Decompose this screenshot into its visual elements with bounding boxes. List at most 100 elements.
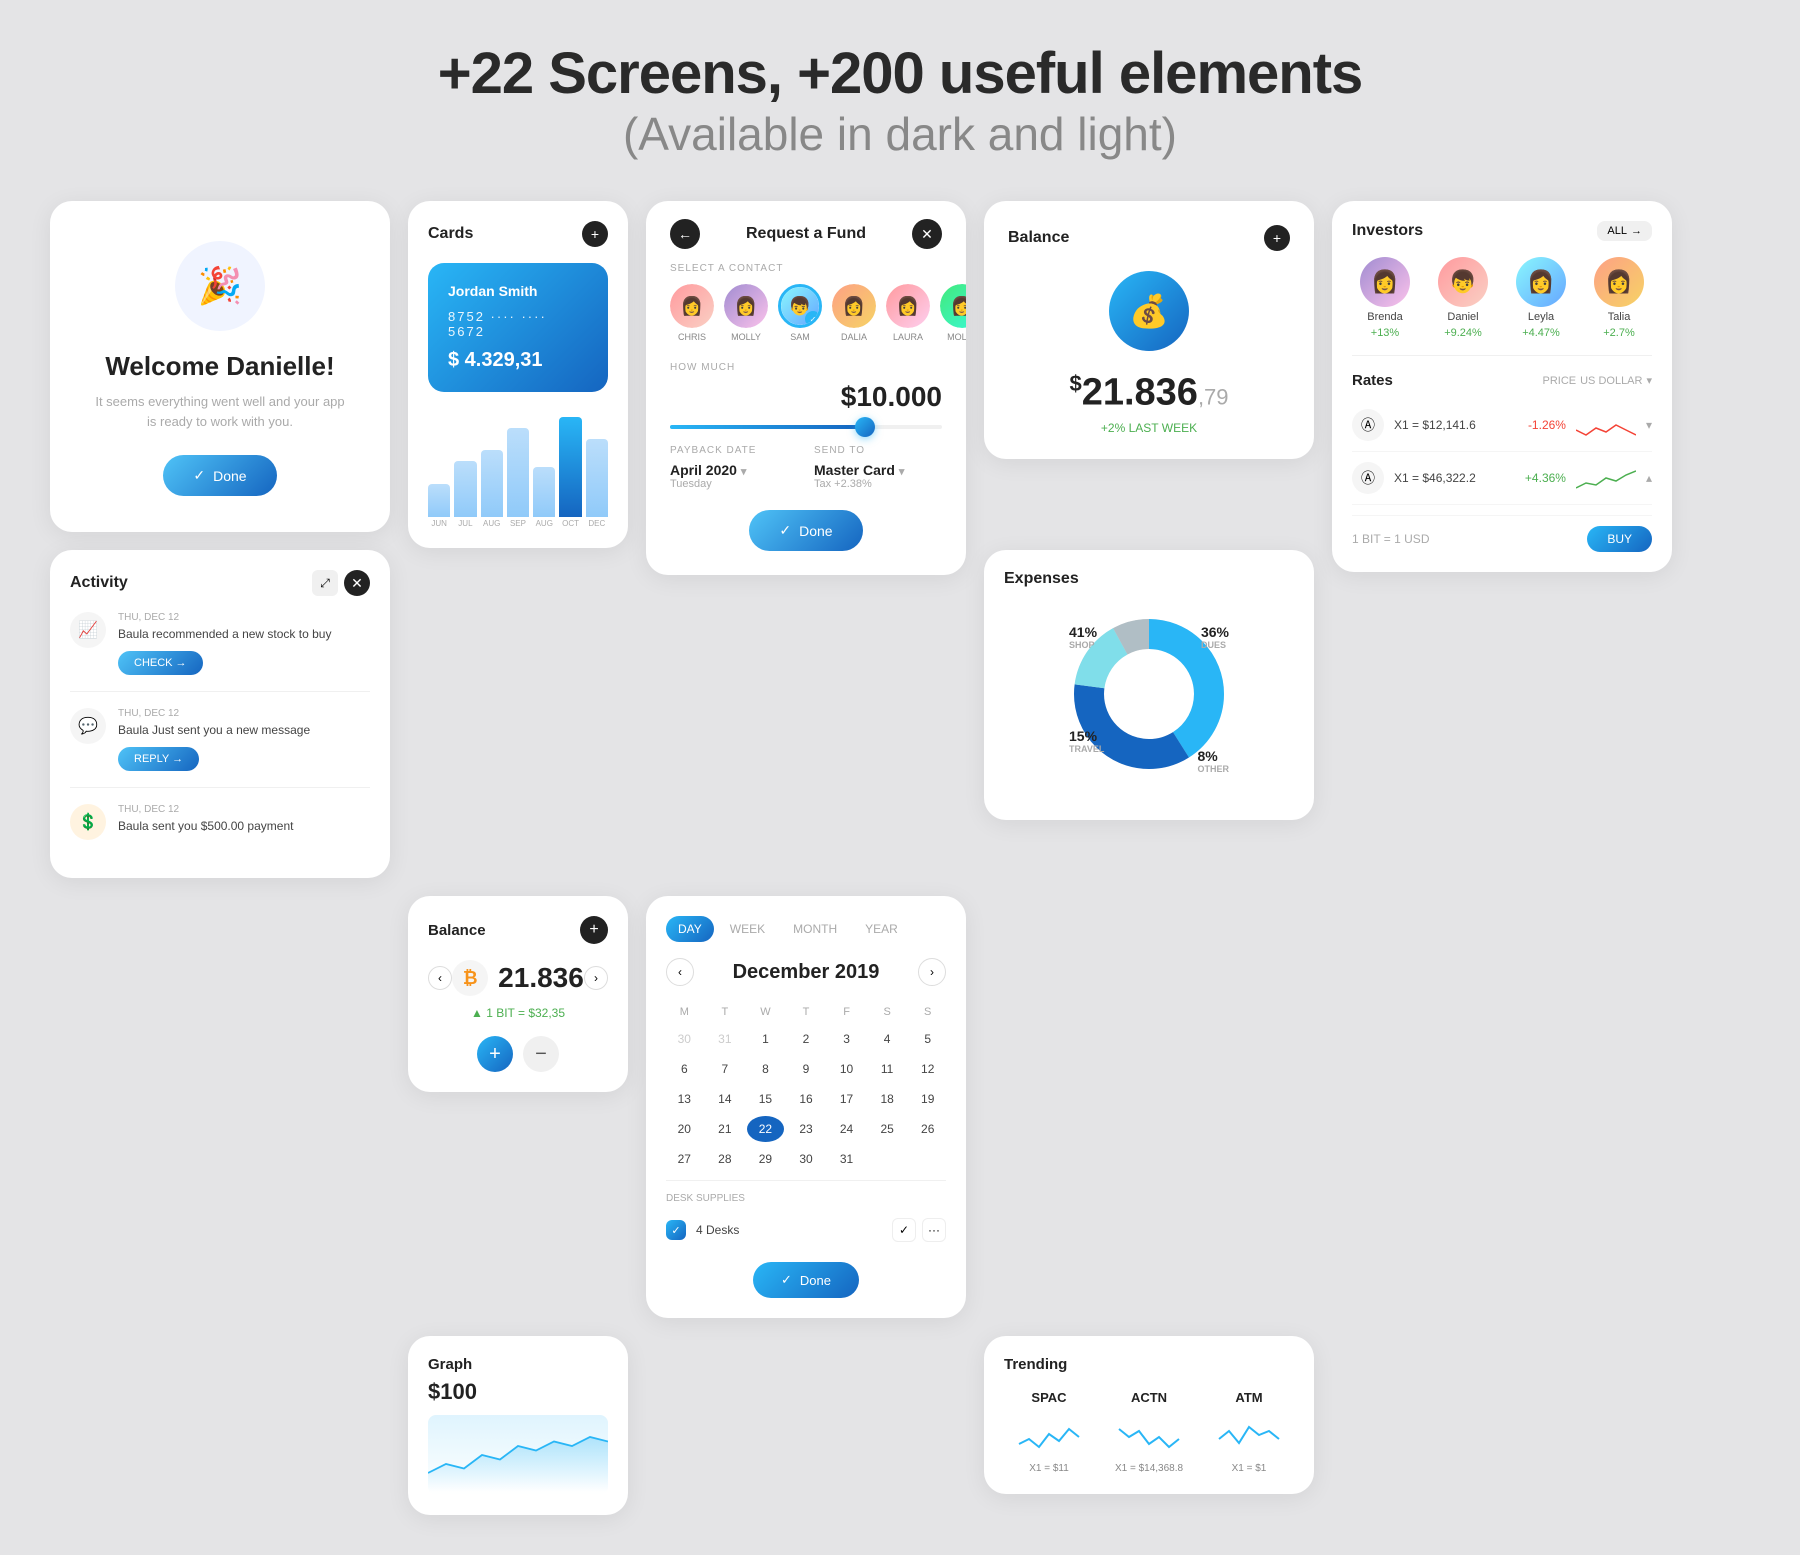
activity-reply-button[interactable]: REPLY → <box>118 747 199 771</box>
credit-card: Jordan Smith 8752 ···· ···· 5672 $ 4.329… <box>428 263 608 392</box>
cal-prev-button[interactable]: ‹ <box>666 958 694 986</box>
rate-info-2: X1 = $46,322.2 <box>1394 471 1515 485</box>
cal-tab-day[interactable]: DAY <box>666 916 714 942</box>
cal-day-24[interactable]: 24 <box>828 1116 865 1142</box>
request-close-button[interactable]: ✕ <box>912 219 942 249</box>
cal-day-18[interactable]: 18 <box>869 1086 906 1112</box>
send-to-label: SEND TO <box>814 445 942 456</box>
cal-day-30[interactable]: 30 <box>666 1026 703 1052</box>
contact-dalia[interactable]: 👩 DALIA <box>832 284 876 342</box>
rate-eq-2: X1 = $46,322.2 <box>1394 471 1515 485</box>
contact-molly[interactable]: 👩 MOLLY <box>724 284 768 342</box>
balance-bit-add-button[interactable]: + <box>580 916 608 944</box>
buy-button[interactable]: BUY <box>1587 526 1652 552</box>
balance-bit-next-button[interactable]: › <box>584 966 608 990</box>
cal-day-23[interactable]: 23 <box>788 1116 825 1142</box>
cal-day-31[interactable]: 31 <box>707 1026 744 1052</box>
cal-task-item: ✓ 4 Desks ✓ ··· <box>666 1210 946 1250</box>
cal-day-16[interactable]: 16 <box>788 1086 825 1112</box>
cal-day-1[interactable]: 1 <box>747 1026 784 1052</box>
cal-day-30b[interactable]: 30 <box>788 1146 825 1172</box>
bit-minus-button[interactable]: − <box>523 1036 559 1072</box>
activity-expand-button[interactable]: ⤢ <box>312 570 338 596</box>
cc-amount: $ 4.329,31 <box>448 349 588 372</box>
cal-day-6[interactable]: 6 <box>666 1056 703 1082</box>
cal-day-25[interactable]: 25 <box>869 1116 906 1142</box>
cards-add-button[interactable]: + <box>582 221 608 247</box>
rate-item-1: Ⓐ X1 = $12,141.6 -1.26% ▾ <box>1352 399 1652 452</box>
activity-item-3: 💲 THU, DEC 12 Baula sent you $500.00 pay… <box>70 804 370 859</box>
cal-day-3[interactable]: 3 <box>828 1026 865 1052</box>
cal-day-21[interactable]: 21 <box>707 1116 744 1142</box>
cal-day-5[interactable]: 5 <box>909 1026 946 1052</box>
cal-day-31b[interactable]: 31 <box>828 1146 865 1172</box>
cal-day-20[interactable]: 20 <box>666 1116 703 1142</box>
cal-day-29[interactable]: 29 <box>747 1146 784 1172</box>
activity-date-2: THU, DEC 12 <box>118 708 370 719</box>
expenses-card: Expenses 41%SHOP 36%DUES <box>984 550 1314 820</box>
request-back-button[interactable]: ← <box>670 219 700 249</box>
cal-day-10[interactable]: 10 <box>828 1056 865 1082</box>
cal-day-4[interactable]: 4 <box>869 1026 906 1052</box>
investors-divider <box>1352 355 1652 356</box>
activity-close-button[interactable]: ✕ <box>344 570 370 596</box>
cards-card: Cards + Jordan Smith 8752 ···· ···· 5672… <box>408 201 628 548</box>
cal-day-12[interactable]: 12 <box>909 1056 946 1082</box>
headline-main: +22 Screens, +200 useful elements <box>438 40 1363 107</box>
investor-name-talia: Talia <box>1608 311 1631 323</box>
investors-all-button[interactable]: ALL → <box>1597 221 1652 241</box>
investor-name-leyla: Leyla <box>1528 311 1554 323</box>
trending-items: SPAC X1 = $11 ACTN X1 = $1 <box>1004 1390 1294 1474</box>
amount-slider[interactable] <box>670 425 942 429</box>
contact-sam[interactable]: 👦 ✓ SAM <box>778 284 822 342</box>
donut-chart: 41%SHOP 36%DUES 15%TRAVEL 8%OTHER <box>1059 604 1239 784</box>
cal-day-28[interactable]: 28 <box>707 1146 744 1172</box>
cal-tab-month[interactable]: MONTH <box>781 916 849 942</box>
cal-day-26[interactable]: 26 <box>909 1116 946 1142</box>
cal-day-17[interactable]: 17 <box>828 1086 865 1112</box>
cal-day-7[interactable]: 7 <box>707 1056 744 1082</box>
request-done-button[interactable]: ✓ Done <box>749 510 862 551</box>
cal-done-button[interactable]: ✓ Done <box>753 1262 859 1298</box>
cal-task-icon-more[interactable]: ··· <box>922 1218 946 1242</box>
investor-avatar-talia: 👩 <box>1594 257 1644 307</box>
welcome-done-button[interactable]: ✓ Done <box>163 455 276 496</box>
cal-day-14[interactable]: 14 <box>707 1086 744 1112</box>
cal-day-2[interactable]: 2 <box>788 1026 825 1052</box>
slider-thumb[interactable] <box>855 417 875 437</box>
activity-date-1: THU, DEC 12 <box>118 612 370 623</box>
cal-task-icon-check[interactable]: ✓ <box>892 1218 916 1242</box>
activity-date-3: THU, DEC 12 <box>118 804 370 815</box>
cal-day-15[interactable]: 15 <box>747 1086 784 1112</box>
cal-day-13[interactable]: 13 <box>666 1086 703 1112</box>
activity-card: Activity ⤢ ✕ 📈 THU, DEC 12 Baula recomme… <box>50 550 390 878</box>
send-to-dropdown[interactable]: ▾ <box>899 465 905 478</box>
cal-day-27[interactable]: 27 <box>666 1146 703 1172</box>
cal-tab-year[interactable]: YEAR <box>853 916 910 942</box>
contact-molly2[interactable]: 👩 MOLLY <box>940 284 966 342</box>
bit-plus-button[interactable]: + <box>477 1036 513 1072</box>
payback-date-dropdown[interactable]: ▾ <box>741 465 747 478</box>
contact-chris[interactable]: 👩 CHRIS <box>670 284 714 342</box>
activity-check-button[interactable]: CHECK → <box>118 651 203 675</box>
balance-add-button[interactable]: + <box>1264 225 1290 251</box>
cal-day-11[interactable]: 11 <box>869 1056 906 1082</box>
bar-group-oct: OCT <box>559 417 581 528</box>
cal-day-9[interactable]: 9 <box>788 1056 825 1082</box>
balance-bit-prev-button[interactable]: ‹ <box>428 966 452 990</box>
investor-avatar-leyla: 👩 <box>1516 257 1566 307</box>
investor-brenda: 👩 Brenda +13% <box>1352 257 1418 339</box>
contact-laura[interactable]: 👩 LAURA <box>886 284 930 342</box>
balance-header: Balance + <box>1008 225 1290 251</box>
cal-day-19[interactable]: 19 <box>909 1086 946 1112</box>
welcome-icon: 🎉 <box>175 241 265 331</box>
cal-task-check: ✓ <box>666 1220 686 1240</box>
donut-label-shop: 41%SHOP <box>1069 624 1097 650</box>
request-fund-card: ← Request a Fund ✕ SELECT A CONTACT 👩 CH… <box>646 201 966 575</box>
cal-tab-week[interactable]: WEEK <box>718 916 777 942</box>
cal-day-22[interactable]: 22 <box>747 1116 784 1142</box>
cal-next-button[interactable]: › <box>918 958 946 986</box>
cal-day-8[interactable]: 8 <box>747 1056 784 1082</box>
investor-daniel: 👦 Daniel +9.24% <box>1430 257 1496 339</box>
amount-section: HOW MUCH $10.000 <box>670 362 942 429</box>
